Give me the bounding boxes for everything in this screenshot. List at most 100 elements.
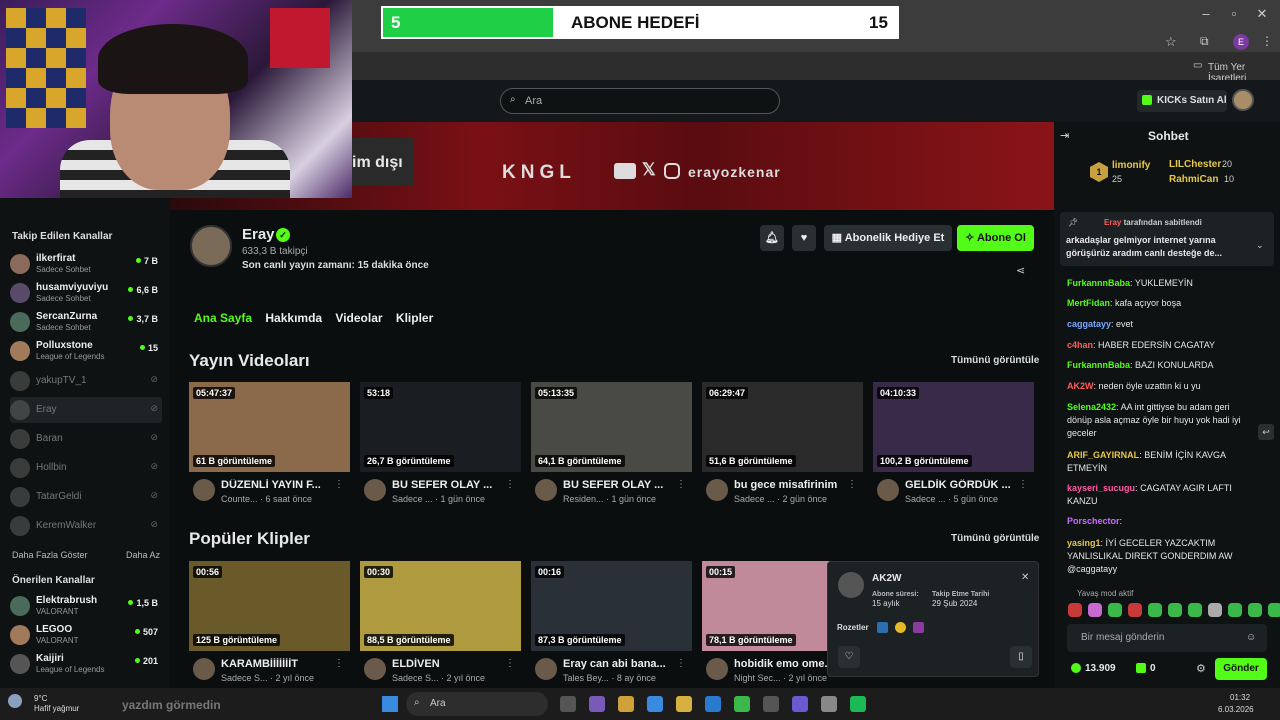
thumbnail[interactable]: 05:47:37 61 B görüntüleme	[189, 382, 350, 472]
chat-username[interactable]: Selena2432	[1067, 402, 1116, 412]
popup-delete-icon[interactable]: ▯	[1010, 646, 1032, 668]
taskbar-app-icon[interactable]	[734, 696, 750, 712]
more-options-icon[interactable]: ⋮	[847, 479, 857, 490]
more-options-icon[interactable]: ⋮	[505, 658, 515, 669]
more-options-icon[interactable]: ⋮	[334, 658, 344, 669]
taskbar-app-icon[interactable]	[589, 696, 605, 712]
subscribe-button[interactable]: ✧ Abone Ol	[957, 225, 1034, 251]
search-input[interactable]: ⌕ Ara	[500, 88, 780, 114]
offline-channel-item[interactable]: Hollbin ⊘	[10, 455, 162, 481]
followed-channel-item[interactable]: husamviyuviyu Sadece Sohbet 6,6 B	[10, 280, 162, 306]
card-title[interactable]: bu gece misafirinim	[734, 479, 852, 491]
emote-icon[interactable]	[1128, 603, 1142, 617]
channel-avatar[interactable]	[190, 225, 232, 267]
chevron-down-icon[interactable]: ⌄	[1256, 240, 1264, 251]
more-options-icon[interactable]: ⋮	[676, 479, 686, 490]
emote-icon[interactable]	[1168, 603, 1182, 617]
card-title[interactable]: KARAMBİİİİİİİT	[221, 658, 339, 670]
recommended-channel-item[interactable]: LEGOO VALORANT 507	[10, 622, 162, 648]
clips-see-all-link[interactable]: Tümünü görüntüle	[951, 533, 1039, 544]
gift-sub-button[interactable]: ▦ Abonelik Hediye Et	[824, 225, 952, 251]
taskbar-app-icon[interactable]	[850, 696, 866, 712]
card-title[interactable]: DÜZENLİ YAYIN F...	[221, 479, 339, 491]
buy-kicks-button[interactable]: KICKs Satın Al	[1137, 90, 1227, 112]
notification-bell-button[interactable]: 🔔︎	[760, 225, 784, 251]
kicks-balance[interactable]: 0	[1150, 663, 1156, 674]
taskbar-app-icon[interactable]	[676, 696, 692, 712]
card-title[interactable]: BU SEFER OLAY ...	[563, 479, 681, 491]
thumbnail[interactable]: 00:56 125 B görüntüleme	[189, 561, 350, 651]
offline-channel-item[interactable]: Eray ⊘	[10, 397, 162, 423]
card-title[interactable]: ELDİVEN	[392, 658, 510, 670]
channel-points[interactable]: 13.909	[1085, 663, 1116, 674]
gifter-3-name[interactable]: RahmiCan	[1169, 174, 1218, 185]
card-title[interactable]: GELDİK GÖRDÜK ...	[905, 479, 1023, 491]
weather-desc[interactable]: Hafif yağmur	[34, 704, 79, 713]
chat-username[interactable]: c4han	[1067, 340, 1093, 350]
weather-temp[interactable]: 9°C	[34, 694, 47, 703]
video-card[interactable]: 05:47:37 61 B görüntüleme DÜZENLİ YAYIN F.…	[189, 382, 350, 504]
emote-icon[interactable]	[1108, 603, 1122, 617]
card-title[interactable]: BU SEFER OLAY ...	[392, 479, 510, 491]
more-options-icon[interactable]: ⋮	[334, 479, 344, 490]
videos-see-all-link[interactable]: Tümünü görüntüle	[951, 355, 1039, 366]
card-title[interactable]: Eray can abi bana...	[563, 658, 681, 670]
chat-username[interactable]: AK2W	[1067, 381, 1094, 391]
user-avatar[interactable]	[1232, 89, 1254, 111]
bookmark-star-icon[interactable]: ☆	[1165, 34, 1177, 50]
send-button[interactable]: Gönder	[1215, 658, 1267, 680]
more-options-icon[interactable]: ⋮	[505, 479, 515, 490]
clip-card[interactable]: 00:16 87,3 B görüntüleme Eray can abi bana…	[531, 561, 692, 683]
thumbnail[interactable]: 00:16 87,3 B görüntüleme	[531, 561, 692, 651]
video-card[interactable]: 05:13:35 64,1 B görüntüleme BU SEFER OLAY …	[531, 382, 692, 504]
emote-icon[interactable]	[1148, 603, 1162, 617]
gifter-1-name[interactable]: limonify	[1112, 160, 1150, 171]
video-card[interactable]: 04:10:33 100,2 B görüntüleme GELDİK GÖRDÜK…	[873, 382, 1034, 504]
clip-card[interactable]: 00:56 125 B görüntüleme KARAMBİİİİİİİT Sade…	[189, 561, 350, 683]
chat-username[interactable]: caggatayy	[1067, 319, 1111, 329]
recommended-channel-item[interactable]: Kaijiri League of Legends 201	[10, 651, 162, 677]
maximize-button[interactable]: ▫	[1224, 6, 1244, 21]
thumbnail[interactable]: 04:10:33 100,2 B görüntüleme	[873, 382, 1034, 472]
offline-channel-item[interactable]: KeremWalker ⊘	[10, 513, 162, 539]
taskbar-app-icon[interactable]	[618, 696, 634, 712]
taskbar-app-icon[interactable]	[647, 696, 663, 712]
close-window-button[interactable]: ✕	[1252, 6, 1272, 22]
gifter-2-name[interactable]: LILChester	[1169, 159, 1221, 170]
video-card[interactable]: 53:18 26,7 B görüntüleme BU SEFER OLAY ...…	[360, 382, 521, 504]
tab-home[interactable]: Ana Sayfa	[194, 311, 252, 325]
followed-channel-item[interactable]: ilkerfirat Sadece Sohbet 7 B	[10, 251, 162, 277]
show-less-link[interactable]: Daha Az	[126, 550, 160, 560]
chat-username[interactable]: kayseri_sucugu	[1067, 483, 1135, 493]
emote-icon[interactable]	[1068, 603, 1082, 617]
popup-close-icon[interactable]: ✕	[1021, 572, 1029, 583]
chat-username[interactable]: Porschector	[1067, 516, 1120, 526]
more-options-icon[interactable]: ⋮	[676, 658, 686, 669]
chat-username[interactable]: FurkannnBaba	[1067, 360, 1130, 370]
tab-about[interactable]: Hakkımda	[265, 311, 322, 325]
clip-card[interactable]: 00:30 88,5 B görüntüleme ELDİVEN Sadece S..…	[360, 561, 521, 683]
tab-videos[interactable]: Videolar	[335, 311, 382, 325]
profile-avatar[interactable]: E	[1233, 34, 1249, 50]
taskbar-app-icon[interactable]	[560, 696, 576, 712]
taskbar-app-icon[interactable]	[821, 696, 837, 712]
share-icon[interactable]: ⋖	[1016, 264, 1025, 277]
emote-icon[interactable]	[1088, 603, 1102, 617]
thumbnail[interactable]: 06:29:47 51,6 B görüntüleme	[702, 382, 863, 472]
offline-channel-item[interactable]: Baran ⊘	[10, 426, 162, 452]
emote-icon[interactable]	[1248, 603, 1262, 617]
offline-channel-item[interactable]: yakupTV_1 ⊘	[10, 368, 162, 394]
minimize-button[interactable]: –	[1196, 6, 1216, 21]
chat-username[interactable]: yasing1	[1067, 538, 1101, 548]
recommended-channel-item[interactable]: Elektrabrush VALORANT 1,5 B	[10, 593, 162, 619]
more-options-icon[interactable]: ⋮	[1018, 479, 1028, 490]
chat-username[interactable]: FurkannnBaba	[1067, 278, 1130, 288]
emote-icon[interactable]	[1208, 603, 1222, 617]
follow-heart-button[interactable]: ♥	[792, 225, 816, 251]
emote-icon[interactable]	[1228, 603, 1242, 617]
clock-date[interactable]: 6.03.2026	[1218, 705, 1254, 714]
chat-message-input[interactable]: Bir mesaj gönderin	[1067, 624, 1267, 652]
emote-icon[interactable]	[1268, 603, 1280, 617]
taskbar-app-icon[interactable]	[705, 696, 721, 712]
collapse-chat-icon[interactable]: ⇥	[1060, 129, 1069, 142]
